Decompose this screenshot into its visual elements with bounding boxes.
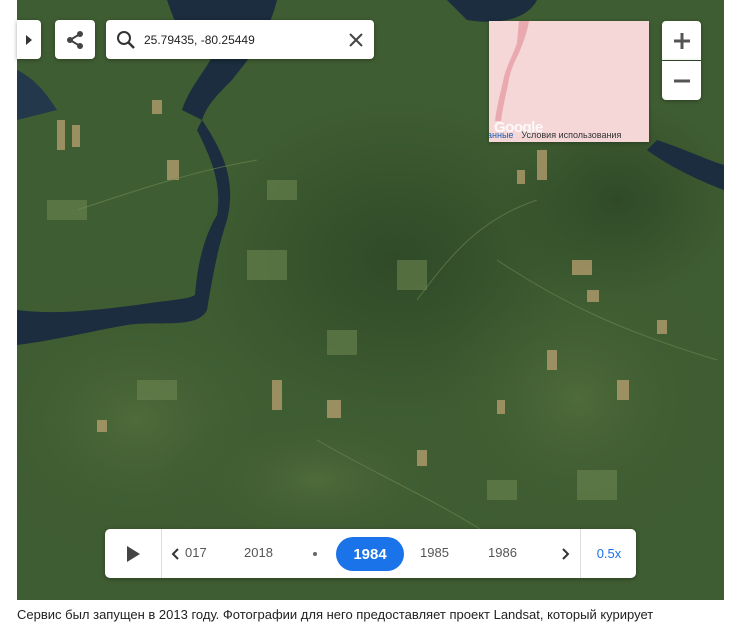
map-data-link[interactable]: анные: [489, 130, 513, 140]
share-button[interactable]: [55, 20, 95, 59]
year-option[interactable]: 2018: [244, 545, 273, 560]
chevron-right-icon: [562, 548, 570, 560]
year-option[interactable]: 1986: [488, 545, 517, 560]
minus-icon: [673, 79, 690, 82]
search-box[interactable]: 25.79435, -80.25449: [106, 20, 374, 59]
map-attribution: анные Условия использования: [489, 130, 649, 140]
terms-link[interactable]: Условия использования: [521, 130, 621, 140]
expand-icon: [26, 34, 32, 45]
plus-icon: [673, 32, 690, 49]
chevron-left-icon: [171, 548, 179, 560]
search-icon: [117, 30, 135, 49]
selected-year[interactable]: 1984: [336, 537, 404, 571]
article-caption: Сервис был запущен в 2013 году. Фотограф…: [17, 607, 654, 622]
zoom-in-button[interactable]: [662, 21, 701, 60]
timeline-bar: 017 2018 1984 1985 1986 0.5x: [105, 529, 636, 578]
timeline-separator-dot: [313, 552, 317, 556]
clear-search-button[interactable]: [342, 26, 370, 54]
close-icon: [349, 32, 363, 47]
play-button[interactable]: [105, 529, 162, 578]
year-option[interactable]: 017: [185, 545, 207, 560]
year-option[interactable]: 1985: [420, 545, 449, 560]
expand-panel-button[interactable]: [17, 20, 41, 59]
timeline-next-button[interactable]: [558, 544, 574, 564]
search-input[interactable]: 25.79435, -80.25449: [144, 33, 342, 47]
share-icon: [67, 30, 83, 49]
timeline-prev-button[interactable]: [167, 544, 183, 564]
speed-button[interactable]: 0.5x: [580, 529, 637, 578]
play-icon: [127, 545, 140, 562]
zoom-out-button[interactable]: [662, 61, 701, 100]
overview-minimap[interactable]: Google анные Условия использования: [489, 21, 649, 142]
